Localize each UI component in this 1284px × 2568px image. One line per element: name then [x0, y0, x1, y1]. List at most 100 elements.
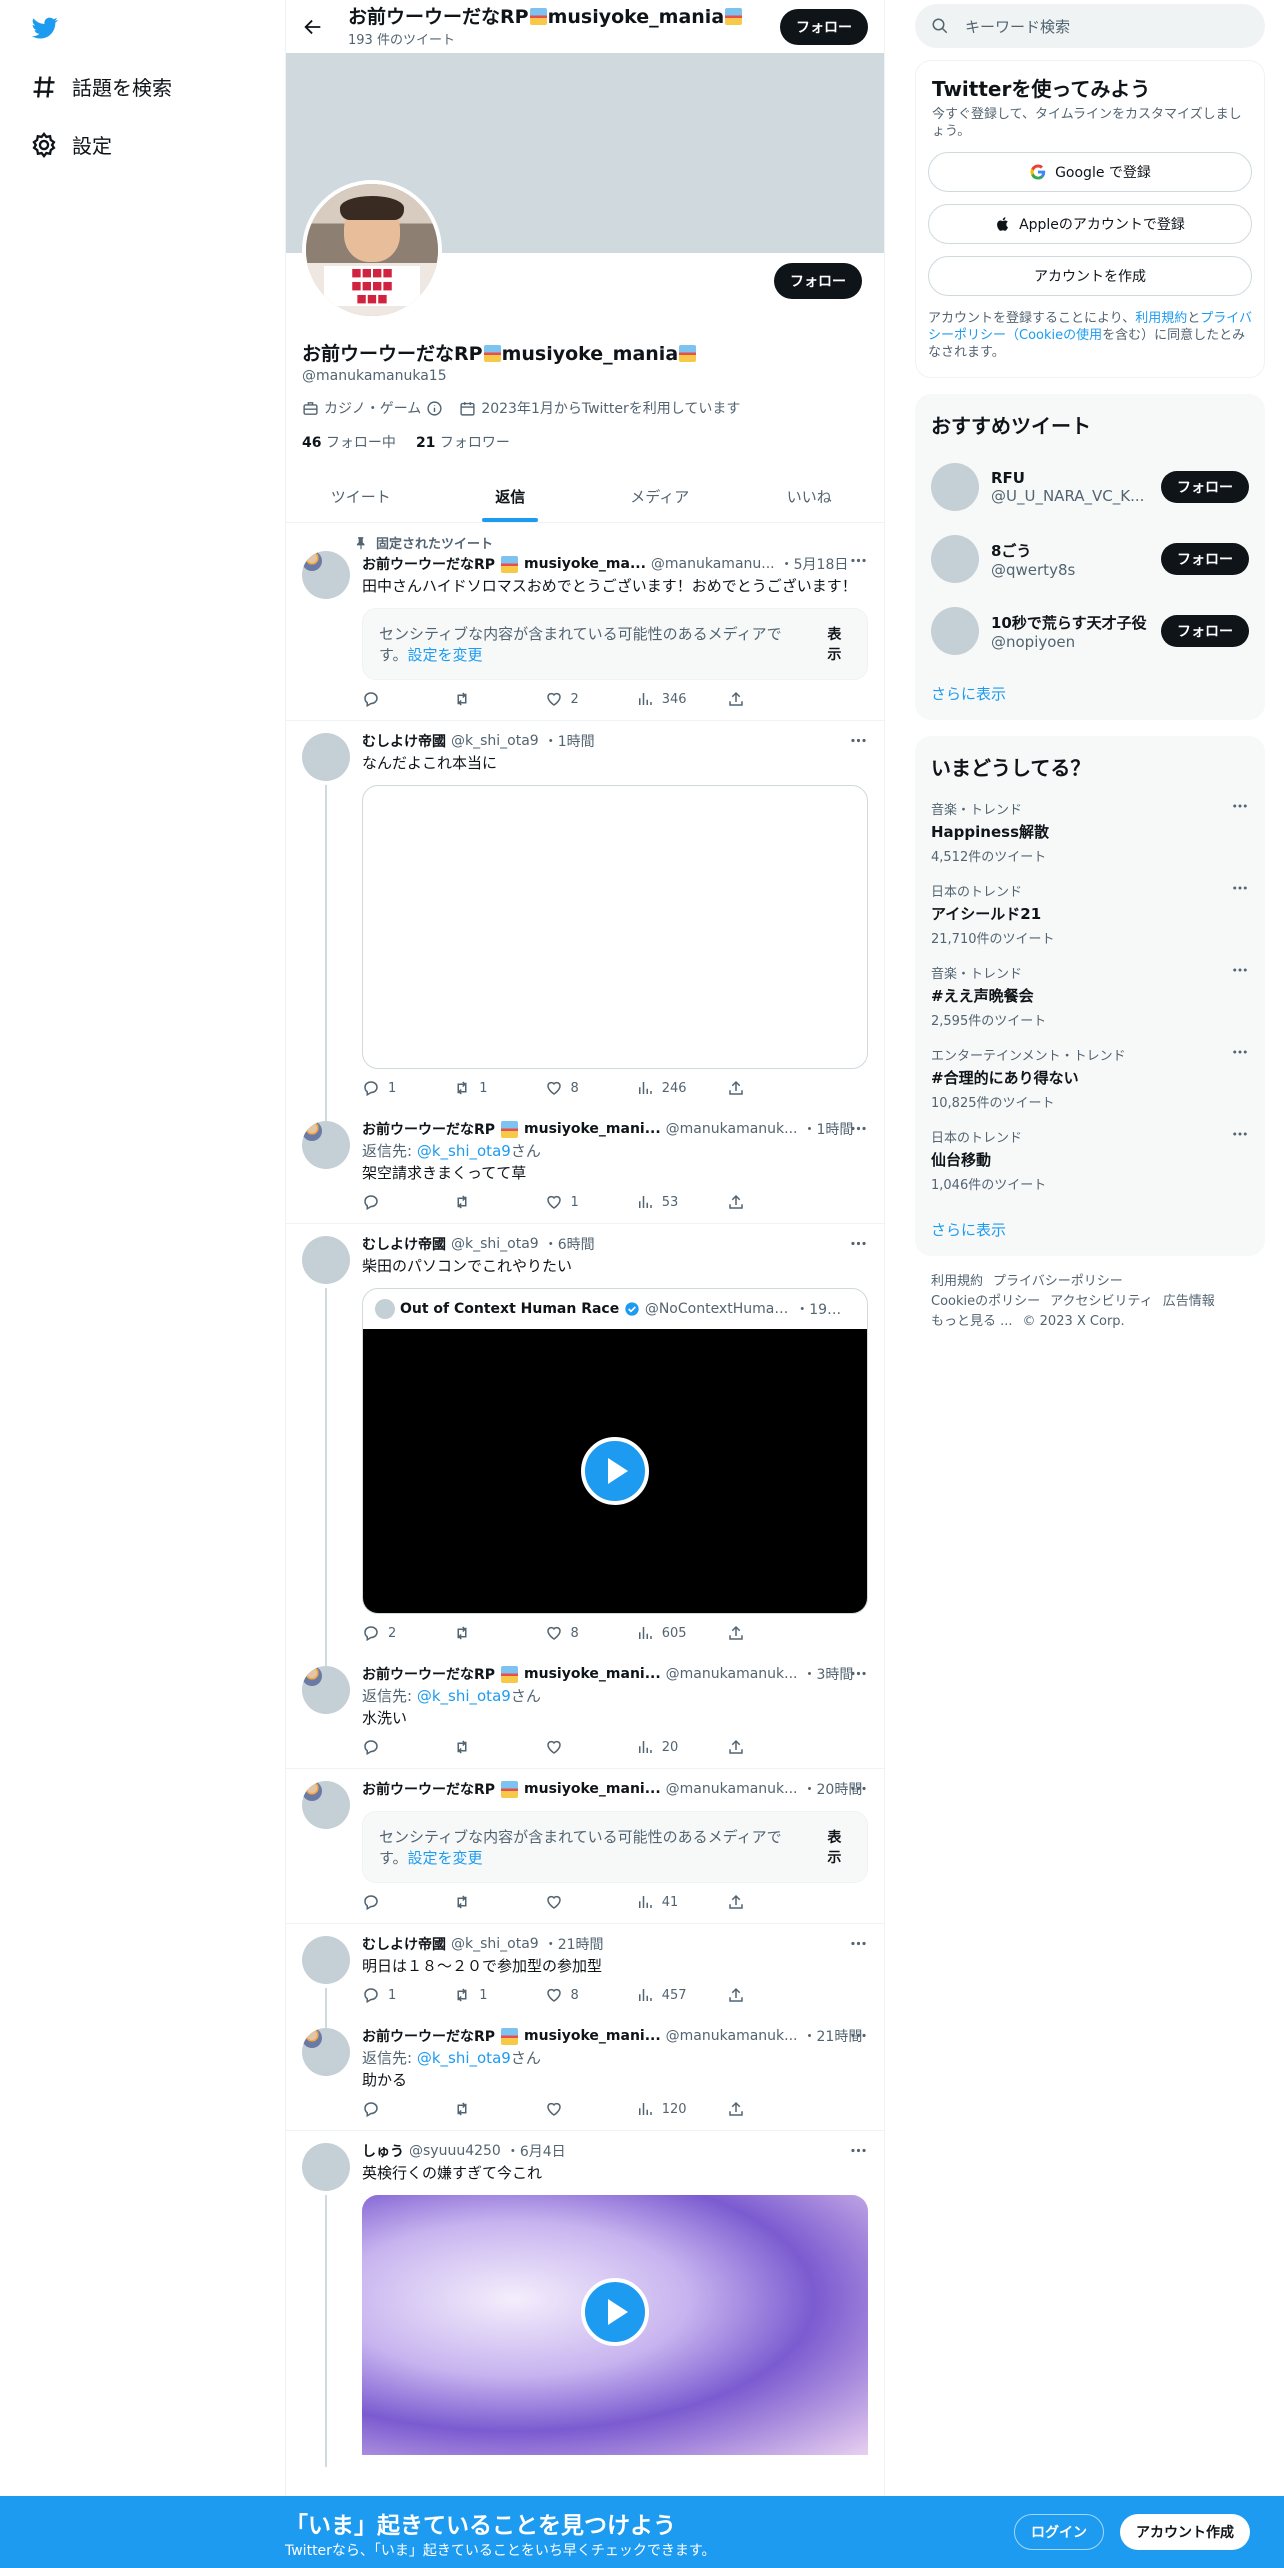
show-media-button[interactable]: 表示	[807, 624, 851, 664]
trends-show-more[interactable]: さらに表示	[931, 1203, 1249, 1244]
header-follow-button[interactable]: フォロー	[780, 8, 868, 45]
like-button[interactable]: 8	[545, 1624, 605, 1642]
like-button[interactable]: 8	[545, 1079, 605, 1097]
reply-button[interactable]	[362, 1193, 422, 1211]
share-button[interactable]	[727, 2100, 787, 2118]
retweet-button[interactable]	[453, 1624, 513, 1642]
quote-tweet[interactable]: Out of Context Human Race @NoContextHuman…	[362, 1288, 868, 1614]
views-button[interactable]: 605	[636, 1624, 696, 1642]
avatar[interactable]	[302, 551, 350, 599]
retweet-button[interactable]	[453, 1893, 513, 1911]
retweet-button[interactable]	[453, 2100, 513, 2118]
tab-replies[interactable]: 返信	[436, 470, 586, 522]
recommend-user[interactable]: 10秒で荒らす天才子役 @nopiyoen フォロー	[931, 595, 1249, 667]
retweet-button[interactable]	[453, 1738, 513, 1756]
tweet-media[interactable]	[362, 785, 868, 1069]
share-button[interactable]	[727, 1079, 787, 1097]
trend-item[interactable]: 日本のトレンド 仙台移動 1,046件のツイート	[931, 1121, 1249, 1203]
footer-link[interactable]: プライバシーポリシー	[993, 1274, 1123, 1289]
change-settings-link[interactable]: 設定を変更	[408, 646, 483, 664]
trend-item[interactable]: 音楽・トレンド #ええ声晩餐会 2,595件のツイート	[931, 957, 1249, 1039]
avatar[interactable]	[302, 1121, 350, 1169]
apple-signup-button[interactable]: Appleのアカウントで登録	[928, 204, 1252, 244]
more-icon[interactable]	[849, 2141, 868, 2160]
like-button[interactable]	[545, 2100, 605, 2118]
trend-item[interactable]: 日本のトレンド アイシールド21 21,710件のツイート	[931, 875, 1249, 957]
more-icon[interactable]	[1231, 797, 1249, 815]
twitter-logo-icon[interactable]	[30, 15, 60, 41]
like-button[interactable]: 2	[545, 690, 605, 708]
reply-button[interactable]	[362, 690, 422, 708]
video-player[interactable]	[362, 2195, 868, 2455]
views-button[interactable]: 53	[636, 1193, 696, 1211]
footer-link[interactable]: 利用規約	[931, 1274, 983, 1289]
terms-link[interactable]: 利用規約	[1135, 311, 1187, 326]
retweet-button[interactable]	[453, 690, 513, 708]
views-button[interactable]: 20	[636, 1738, 696, 1756]
more-icon[interactable]	[849, 1119, 868, 1138]
like-button[interactable]	[545, 1738, 605, 1756]
avatar[interactable]	[931, 607, 979, 655]
tab-likes[interactable]: いいね	[735, 470, 885, 522]
tweet[interactable]: むしよけ帝國 @k_shi_ota9 ・21時間 明日は１８～２０で参加型の参加型 …	[286, 1924, 884, 2028]
share-button[interactable]	[727, 1893, 787, 1911]
reply-button[interactable]: 1	[362, 1986, 422, 2004]
avatar[interactable]	[302, 1936, 350, 1984]
tweet[interactable]: お前ウーウーだなRP musiyoke_mani... @manukamanuk..…	[286, 1654, 884, 1769]
signup-button[interactable]: アカウント作成	[1120, 2514, 1250, 2550]
retweet-button[interactable]: 1	[453, 1079, 513, 1097]
more-icon[interactable]	[849, 1934, 868, 1953]
recommend-show-more[interactable]: さらに表示	[931, 667, 1249, 708]
show-media-button[interactable]: 表示	[807, 1827, 851, 1867]
recommend-user[interactable]: RFU @U_U_NARA_VC_K... フォロー	[931, 451, 1249, 523]
info-icon[interactable]	[426, 400, 443, 417]
tweet-pinned[interactable]: 固定されたツイート お前ウーウーだなRP musiyoke_ma... @manuk…	[286, 523, 884, 721]
follow-button[interactable]: フォロー	[1161, 471, 1249, 503]
more-icon[interactable]	[849, 731, 868, 750]
share-button[interactable]	[727, 1624, 787, 1642]
avatar[interactable]	[931, 463, 979, 511]
reply-button[interactable]: 2	[362, 1624, 422, 1642]
create-account-button[interactable]: アカウントを作成	[928, 256, 1252, 296]
footer-link[interactable]: アクセシビリティ	[1050, 1294, 1153, 1309]
reply-to-link[interactable]: @k_shi_ota9	[417, 1142, 511, 1160]
nav-settings[interactable]: 設定	[30, 130, 112, 159]
search-input[interactable]: キーワード検索	[965, 16, 1070, 37]
back-arrow-icon[interactable]	[302, 16, 324, 38]
follow-button[interactable]: フォロー	[1161, 543, 1249, 575]
footer-link[interactable]: 広告情報	[1163, 1294, 1215, 1309]
login-button[interactable]: ログイン	[1014, 2514, 1104, 2550]
avatar[interactable]	[931, 535, 979, 583]
views-button[interactable]: 120	[636, 2100, 696, 2118]
nav-explore[interactable]: 話題を検索	[30, 72, 172, 101]
tab-media[interactable]: メディア	[585, 470, 735, 522]
more-icon[interactable]	[849, 1664, 868, 1683]
footer-more-link[interactable]: もっと見る ...	[931, 1314, 1013, 1329]
play-button-icon[interactable]	[581, 1437, 649, 1505]
more-icon[interactable]	[1231, 879, 1249, 897]
more-icon[interactable]	[849, 1234, 868, 1253]
share-button[interactable]	[727, 1738, 787, 1756]
views-button[interactable]: 41	[636, 1893, 696, 1911]
share-button[interactable]	[727, 1193, 787, 1211]
trend-item[interactable]: 音楽・トレンド Happiness解散 4,512件のツイート	[931, 793, 1249, 875]
followers-link[interactable]: 21 フォロワー	[416, 432, 510, 452]
reply-to-link[interactable]: @k_shi_ota9	[417, 2049, 511, 2067]
reply-button[interactable]	[362, 1893, 422, 1911]
views-button[interactable]: 457	[636, 1986, 696, 2004]
reply-to-link[interactable]: @k_shi_ota9	[417, 1687, 511, 1705]
avatar[interactable]	[302, 1236, 350, 1284]
tweet[interactable]: むしよけ帝國 @k_shi_ota9 ・6時間 柴田のパソコンでこれやりたい Out…	[286, 1224, 884, 1666]
more-icon[interactable]	[849, 551, 868, 570]
more-icon[interactable]	[1231, 1043, 1249, 1061]
recommend-user[interactable]: 8ごう @qwerty8s フォロー	[931, 523, 1249, 595]
retweet-button[interactable]: 1	[453, 1986, 513, 2004]
following-link[interactable]: 46 フォロー中	[302, 432, 396, 452]
more-icon[interactable]	[849, 1779, 868, 1798]
avatar[interactable]	[302, 2028, 350, 2076]
avatar[interactable]	[302, 1781, 350, 1829]
change-settings-link[interactable]: 設定を変更	[408, 1849, 483, 1867]
video-player[interactable]	[363, 1329, 867, 1613]
tweet[interactable]: しゅう @syuuu4250 ・6月4日 英検行くの嫌すぎて今これ	[286, 2131, 884, 2467]
profile-follow-button[interactable]: フォロー	[774, 263, 862, 299]
